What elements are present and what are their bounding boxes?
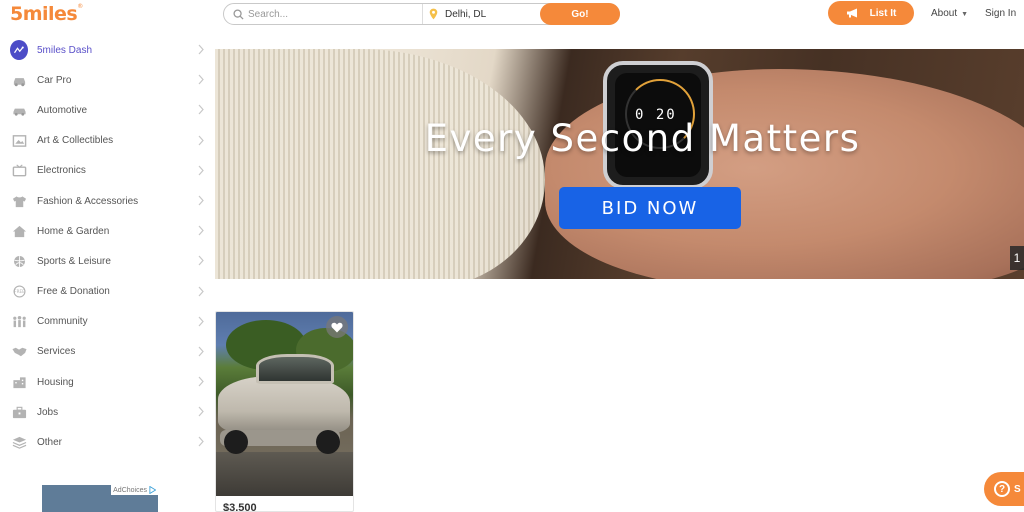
sidebar-item-community[interactable]: Community [0, 307, 212, 337]
sidebar-item-label: Jobs [37, 406, 59, 418]
free-icon: FREE [12, 285, 26, 298]
sidebar-item-label: Fashion & Accessories [37, 195, 139, 207]
sidebar-item-electronics[interactable]: Electronics [0, 156, 212, 186]
sidebar-item-label: Sports & Leisure [37, 255, 111, 267]
sidebar-item-label: Community [37, 316, 88, 328]
chevron-down-icon: ▼ [961, 11, 969, 18]
about-label: About [931, 8, 958, 19]
search-icon [233, 9, 244, 20]
sidebar-item-label: Housing [37, 376, 74, 388]
bid-now-button[interactable]: BID NOW [559, 187, 741, 229]
automotive-icon [12, 108, 26, 116]
handshake-icon [11, 348, 27, 357]
heart-icon [331, 322, 343, 332]
sidebar-item-fashion-accessories[interactable]: Fashion & Accessories [0, 186, 212, 216]
location-pin-icon [429, 8, 438, 20]
logo-text: 5miles [10, 3, 78, 25]
help-button[interactable]: ? S [984, 472, 1024, 506]
sidebar-item-label: Automotive [37, 104, 88, 116]
chevron-right-icon [198, 376, 204, 387]
art-icon [12, 135, 26, 147]
megaphone-icon [846, 8, 857, 18]
location-field[interactable]: Delhi, DL [445, 9, 486, 20]
briefcase-icon [12, 406, 26, 418]
chevron-right-icon [198, 195, 204, 206]
sidebar-item-jobs[interactable]: Jobs [0, 397, 212, 427]
chevron-right-icon [198, 406, 204, 417]
search-divider [422, 4, 423, 24]
chevron-right-icon [198, 74, 204, 85]
ad-choices-badge[interactable]: AdChoices [111, 485, 158, 495]
chevron-right-icon [198, 346, 204, 357]
chevron-right-icon [198, 225, 204, 236]
chevron-right-icon [198, 44, 204, 55]
search-input[interactable] [248, 7, 418, 22]
car-image [218, 376, 350, 434]
sidebar-item-home-garden[interactable]: Home & Garden [0, 216, 212, 246]
adchoices-icon [149, 486, 156, 494]
car-icon [13, 77, 25, 86]
chevron-right-icon [198, 135, 204, 145]
sidebar-item-label: Home & Garden [37, 225, 110, 237]
shirt-icon [12, 195, 26, 207]
favorite-button[interactable] [326, 316, 348, 338]
category-sidebar: 5miles Dash Car Pro Automotive Art & Col… [0, 35, 212, 458]
chevron-right-icon [198, 437, 204, 447]
banner-title: Every Second Matters [424, 117, 861, 160]
ball-icon [13, 255, 25, 267]
list-it-button[interactable]: List It [828, 1, 914, 25]
listing-card[interactable]: $3,500 [215, 311, 354, 512]
ad-choices-label: AdChoices [113, 486, 147, 494]
list-it-label: List It [869, 7, 897, 19]
building-icon [12, 377, 26, 388]
sign-in-link[interactable]: Sign In [985, 8, 1016, 19]
logo[interactable]: 5miles® [10, 3, 83, 25]
sidebar-item-car-pro[interactable]: Car Pro [0, 65, 212, 95]
chevron-right-icon [198, 316, 204, 327]
sidebar-item-label: Art & Collectibles [37, 135, 114, 147]
tv-icon [12, 164, 26, 177]
sidebar-item-automotive[interactable]: Automotive [0, 95, 212, 125]
layers-icon [12, 436, 26, 449]
sidebar-item-label: 5miles Dash [37, 44, 93, 56]
chevron-right-icon [198, 104, 204, 115]
go-button[interactable]: Go! [540, 3, 620, 25]
sidebar-item-housing[interactable]: Housing [0, 367, 212, 397]
chevron-right-icon [198, 165, 204, 176]
sidebar-ad[interactable]: AdChoices [42, 485, 158, 512]
chevron-right-icon [198, 286, 204, 296]
sidebar-item-other[interactable]: Other [0, 427, 212, 457]
home-icon [12, 225, 26, 237]
search-bar: Delhi, DL Go! [223, 3, 620, 25]
question-icon: ? [994, 481, 1010, 497]
listing-photo [216, 312, 353, 496]
sidebar-item-label: Free & Donation [37, 286, 110, 298]
top-header: 5miles® Delhi, DL Go! List It About▼ Sig… [0, 0, 1024, 30]
sidebar-item-label: Electronics [37, 165, 86, 177]
about-menu[interactable]: About ▼ [931, 8, 968, 19]
sidebar-item-5miles-dash[interactable]: 5miles Dash [0, 35, 212, 65]
banner-sweater-image [215, 49, 545, 279]
svg-text:FREE: FREE [14, 289, 25, 294]
sidebar-item-art-collectibles[interactable]: Art & Collectibles [0, 126, 212, 156]
sidebar-item-label: Services [37, 346, 76, 358]
sidebar-item-label: Car Pro [37, 74, 72, 86]
promo-banner[interactable]: 0 20 Every Second Matters BID NOW 1 [215, 49, 1024, 279]
chevron-right-icon [198, 255, 204, 266]
help-label: S [1014, 483, 1021, 495]
sidebar-item-services[interactable]: Services [0, 337, 212, 367]
logo-registered-mark: ® [77, 3, 83, 10]
dash-icon [10, 40, 28, 61]
sidebar-item-free-donation[interactable]: FREE Free & Donation [0, 277, 212, 307]
sidebar-item-label: Other [37, 437, 63, 449]
slide-indicator[interactable]: 1 [1010, 246, 1024, 270]
community-icon [12, 316, 26, 328]
sidebar-item-sports-leisure[interactable]: Sports & Leisure [0, 246, 212, 276]
listing-price: $3,500 [223, 502, 257, 512]
